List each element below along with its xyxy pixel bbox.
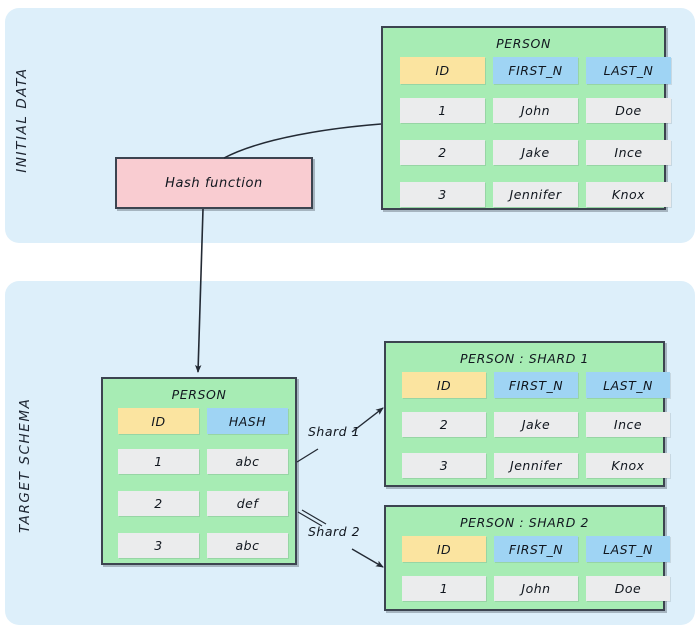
column-header-id: ID xyxy=(400,57,485,84)
table-person-shard-2: PERSON : SHARD 2 ID FIRST_N LAST_N 1 Joh… xyxy=(384,505,670,611)
table-cell: Jennifer xyxy=(493,182,578,207)
table-cell: abc xyxy=(207,449,288,474)
table-cell: 3 xyxy=(402,453,486,478)
table-cell: Doe xyxy=(586,98,671,123)
table-cell: 2 xyxy=(402,412,486,437)
table-cell: John xyxy=(494,576,578,601)
column-header-last-n: LAST_N xyxy=(586,57,671,84)
edge-label-shard-2: Shard 2 xyxy=(308,524,361,539)
table-cell: 1 xyxy=(400,98,485,123)
table-cell: Knox xyxy=(586,453,670,478)
table-cell: 2 xyxy=(118,491,199,516)
table-cell: Ince xyxy=(586,140,671,165)
column-header-first-n: FIRST_N xyxy=(493,57,578,84)
table-cell: Knox xyxy=(586,182,671,207)
table-cell: 1 xyxy=(118,449,199,474)
section-label-target-schema: TARGET SCHEMA xyxy=(17,397,33,533)
table-person-shard-1: PERSON : SHARD 1 ID FIRST_N LAST_N 2 Jak… xyxy=(384,341,670,487)
diagram-canvas: INITIAL DATA TARGET SCHEMA PERSON ID FIR… xyxy=(0,0,700,637)
table-cell: 3 xyxy=(118,533,199,558)
column-header-first-n: FIRST_N xyxy=(494,372,578,398)
table-title-shard-2: PERSON : SHARD 2 xyxy=(459,515,590,530)
column-header-id: ID xyxy=(118,408,199,434)
table-cell: Ince xyxy=(586,412,670,437)
table-title-shard-1: PERSON : SHARD 1 xyxy=(459,351,590,366)
table-cell: abc xyxy=(207,533,288,558)
table-title-target-person: PERSON xyxy=(171,387,227,402)
table-cell: def xyxy=(207,491,288,516)
table-cell: Jennifer xyxy=(494,453,578,478)
process-hash-function-label: Hash function xyxy=(165,175,263,191)
column-header-last-n: LAST_N xyxy=(586,372,670,398)
table-target-person: PERSON ID HASH 1 abc 2 def 3 abc xyxy=(101,377,297,565)
table-cell: 2 xyxy=(400,140,485,165)
table-cell: Jake xyxy=(493,140,578,165)
column-header-first-n: FIRST_N xyxy=(494,536,578,562)
table-title-source-person: PERSON xyxy=(496,36,551,51)
edge-label-shard-1: Shard 1 xyxy=(308,424,361,439)
table-cell: Jake xyxy=(494,412,578,437)
section-label-initial-data: INITIAL DATA xyxy=(14,67,30,173)
table-cell: Doe xyxy=(586,576,670,601)
column-header-id: ID xyxy=(402,372,486,398)
column-header-hash: HASH xyxy=(207,408,288,434)
column-header-id: ID xyxy=(402,536,486,562)
table-cell: John xyxy=(493,98,578,123)
table-cell: 1 xyxy=(402,576,486,601)
process-hash-function: Hash function xyxy=(115,157,313,209)
table-source-person: PERSON ID FIRST_N LAST_N 1 John Doe 2 Ja… xyxy=(381,26,671,210)
column-header-last-n: LAST_N xyxy=(586,536,670,562)
table-cell: 3 xyxy=(400,182,485,207)
